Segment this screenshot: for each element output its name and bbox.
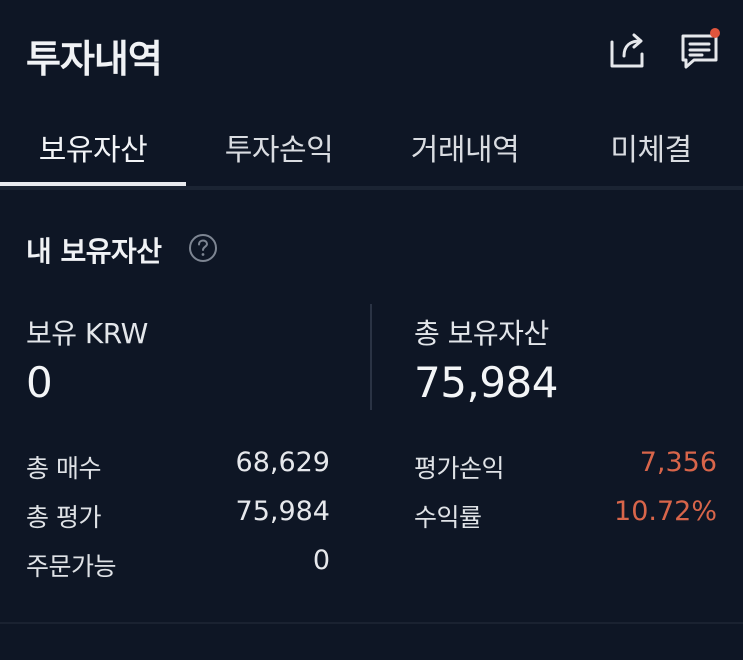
return-rate-value: 10.72% xyxy=(614,496,717,527)
krw-label: 보유 KRW xyxy=(26,317,148,350)
tab-bar: 보유자산 투자손익 거래내역 미체결 xyxy=(0,104,743,190)
total-evaluation-label: 총 평가 xyxy=(26,503,101,532)
total-evaluation-value: 75,984 xyxy=(235,496,330,527)
header: 투자내역 xyxy=(0,0,743,104)
notice-button[interactable] xyxy=(678,28,722,72)
investment-history-screen: 투자내역 보유자산 투자손익 거래내역 미체결 내 보유자산 보유 KRW 0 … xyxy=(0,0,743,660)
tab-profit-loss[interactable]: 투자손익 xyxy=(186,104,372,190)
page-title: 투자내역 xyxy=(26,37,163,81)
notification-dot xyxy=(710,28,720,38)
section-divider xyxy=(0,622,743,624)
return-rate-label: 수익률 xyxy=(414,503,482,532)
total-assets-label: 총 보유자산 xyxy=(414,317,549,350)
share-button[interactable] xyxy=(604,28,648,72)
total-assets-value: 75,984 xyxy=(414,358,558,407)
section-title: 내 보유자산 xyxy=(26,235,162,268)
krw-value: 0 xyxy=(26,358,53,407)
total-purchase-label: 총 매수 xyxy=(26,454,101,483)
help-icon[interactable] xyxy=(188,233,218,263)
eval-profit-value: 7,356 xyxy=(639,447,717,478)
share-icon xyxy=(610,33,644,68)
available-order-label: 주문가능 xyxy=(26,552,117,581)
tab-transactions[interactable]: 거래내역 xyxy=(372,104,558,190)
column-divider xyxy=(370,304,372,410)
tab-holdings[interactable]: 보유자산 xyxy=(0,104,186,190)
tab-unfilled-orders[interactable]: 미체결 xyxy=(558,104,743,190)
tab-divider xyxy=(0,186,743,190)
total-purchase-value: 68,629 xyxy=(235,447,330,478)
available-order-value: 0 xyxy=(312,545,330,576)
eval-profit-label: 평가손익 xyxy=(414,454,505,483)
